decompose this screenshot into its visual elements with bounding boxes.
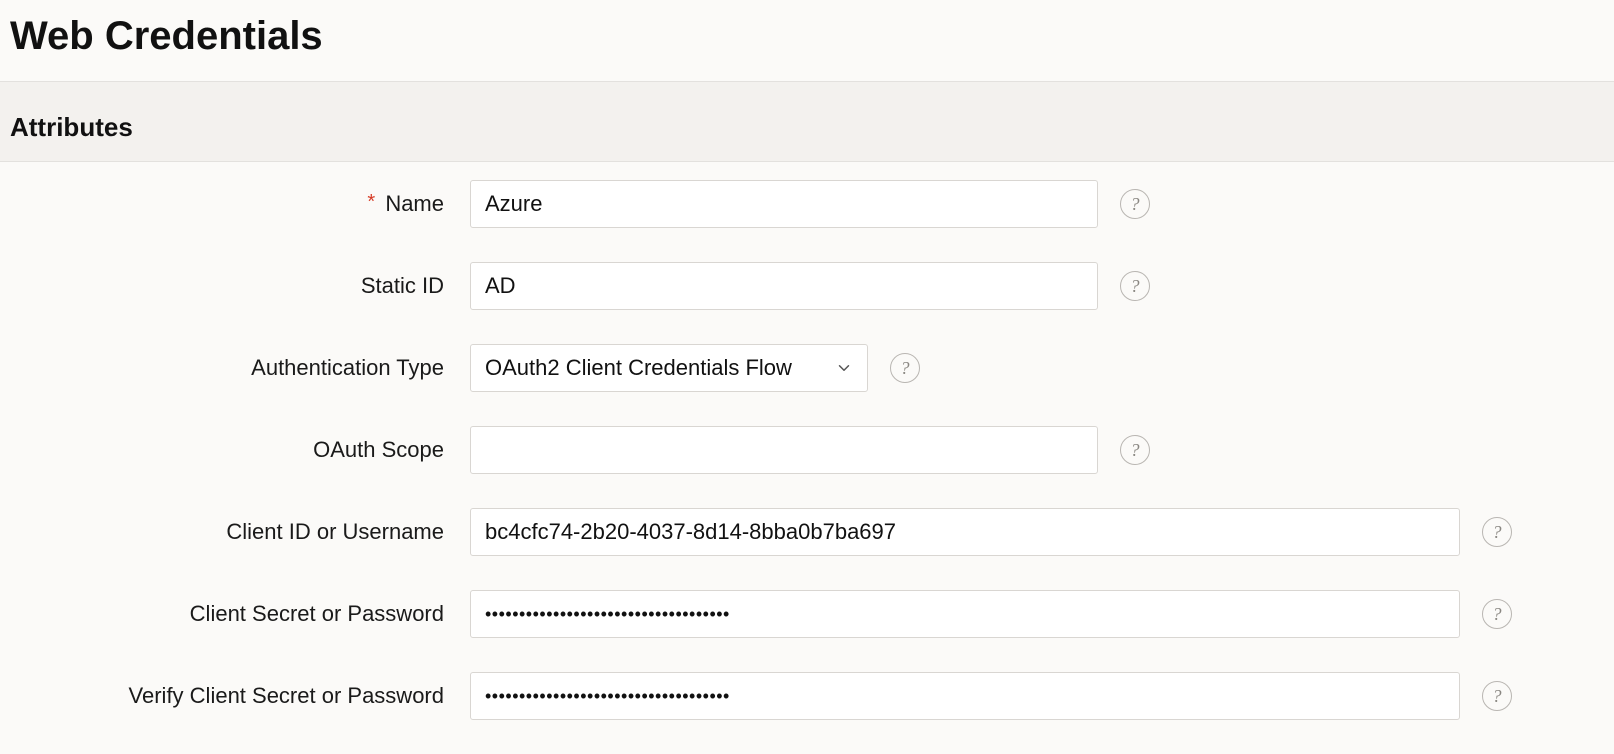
- auth-type-value: OAuth2 Client Credentials Flow: [485, 355, 792, 381]
- oauth-scope-input[interactable]: [470, 426, 1098, 474]
- required-marker: *: [367, 191, 375, 213]
- label-name-text: Name: [385, 191, 444, 216]
- question-icon: ?: [901, 359, 910, 377]
- verify-client-secret-input[interactable]: [470, 672, 1460, 720]
- page-title: Web Credentials: [0, 0, 1614, 82]
- attributes-form: * Name ? Static ID ? Authentication Type…: [0, 162, 1614, 720]
- label-oauth-scope: OAuth Scope: [0, 437, 470, 463]
- section-title-attributes: Attributes: [0, 82, 1614, 162]
- question-icon: ?: [1493, 523, 1502, 541]
- help-icon-client-id[interactable]: ?: [1482, 517, 1512, 547]
- client-secret-input[interactable]: [470, 590, 1460, 638]
- static-id-input[interactable]: [470, 262, 1098, 310]
- help-icon-name[interactable]: ?: [1120, 189, 1150, 219]
- question-icon: ?: [1131, 195, 1140, 213]
- question-icon: ?: [1493, 605, 1502, 623]
- label-auth-type: Authentication Type: [0, 355, 470, 381]
- label-client-secret: Client Secret or Password: [0, 601, 470, 627]
- row-name: * Name ?: [0, 180, 1614, 228]
- row-client-secret: Client Secret or Password ?: [0, 590, 1614, 638]
- client-id-input[interactable]: [470, 508, 1460, 556]
- label-client-id: Client ID or Username: [0, 519, 470, 545]
- question-icon: ?: [1131, 441, 1140, 459]
- label-static-id: Static ID: [0, 273, 470, 299]
- row-client-id: Client ID or Username ?: [0, 508, 1614, 556]
- name-input[interactable]: [470, 180, 1098, 228]
- row-oauth-scope: OAuth Scope ?: [0, 426, 1614, 474]
- label-name: * Name: [0, 191, 470, 217]
- row-verify-client-secret: Verify Client Secret or Password ?: [0, 672, 1614, 720]
- help-icon-static-id[interactable]: ?: [1120, 271, 1150, 301]
- row-auth-type: Authentication Type OAuth2 Client Creden…: [0, 344, 1614, 392]
- help-icon-auth-type[interactable]: ?: [890, 353, 920, 383]
- chevron-down-icon: [835, 359, 853, 377]
- row-static-id: Static ID ?: [0, 262, 1614, 310]
- help-icon-verify-client-secret[interactable]: ?: [1482, 681, 1512, 711]
- help-icon-oauth-scope[interactable]: ?: [1120, 435, 1150, 465]
- help-icon-client-secret[interactable]: ?: [1482, 599, 1512, 629]
- label-verify-client-secret: Verify Client Secret or Password: [0, 683, 470, 709]
- question-icon: ?: [1131, 277, 1140, 295]
- question-icon: ?: [1493, 687, 1502, 705]
- auth-type-select[interactable]: OAuth2 Client Credentials Flow: [470, 344, 868, 392]
